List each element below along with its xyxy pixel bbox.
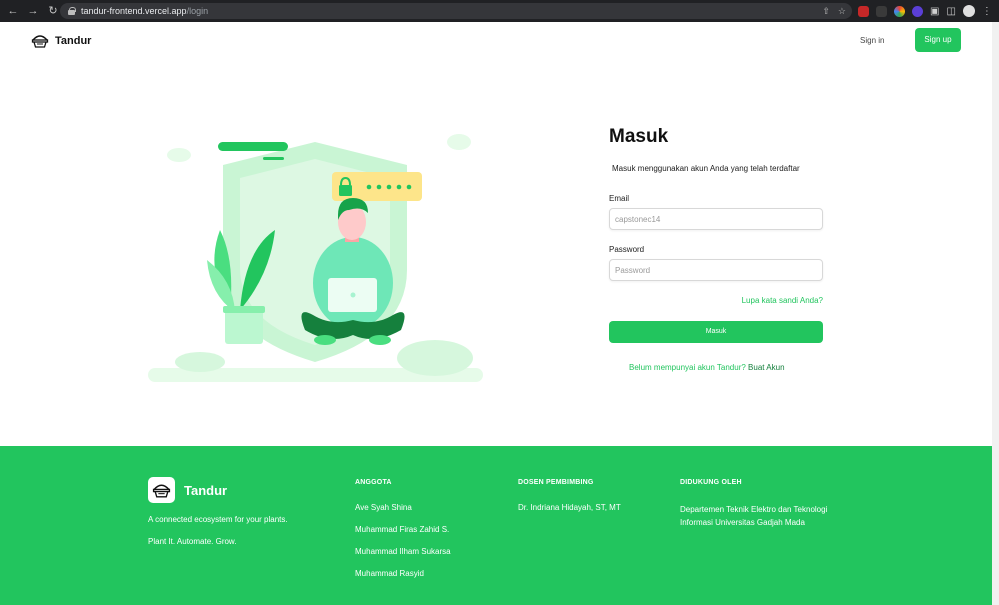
advisor-name: Dr. Indriana Hidayah, ST, MT — [518, 503, 621, 512]
site-footer: Tandur A connected ecosystem for your pl… — [0, 446, 992, 605]
supported-title: DIDUKUNG OLEH — [680, 479, 742, 486]
footer-motto: Plant It. Automate. Grow. — [148, 537, 237, 546]
puzzle-icon[interactable]: ▣ — [930, 6, 939, 17]
login-illustration — [148, 134, 483, 382]
footer-supported: DIDUKUNG OLEH Departemen Teknik Elektro … — [680, 479, 827, 527]
sign-up-button[interactable]: Sign up — [915, 28, 961, 52]
extension-icon[interactable] — [894, 5, 905, 17]
advisor-title: DOSEN PEMBIMBING — [518, 479, 594, 486]
sign-in-link[interactable]: Sign in — [860, 36, 884, 45]
register-question: Belum mempunyai akun Tandur? — [629, 363, 746, 372]
login-form: Masuk Masuk menggunakan akun Anda yang t… — [609, 126, 823, 372]
page-title: Masuk — [609, 126, 669, 147]
site-header: Tandur Sign in Sign up — [0, 22, 992, 60]
footer-brand-name: Tandur — [184, 482, 228, 498]
side-panel-icon[interactable]: ◫ — [946, 6, 955, 17]
basket-logo-icon — [31, 35, 49, 48]
bookmark-star-icon[interactable]: ☆ — [838, 6, 846, 17]
footer-brand[interactable]: Tandur — [148, 477, 227, 503]
more-vert-icon[interactable]: ⋮ — [982, 6, 992, 17]
arrow-right-icon[interactable]: → — [26, 4, 40, 18]
url-path: /login — [186, 6, 209, 16]
browser-toolbar: ← → ↻ tandur-frontend.vercel.app/login ⇧… — [0, 0, 999, 22]
member-item: Ave Syah Shina — [355, 503, 412, 512]
forgot-password-link[interactable]: Lupa kata sandi Anda? — [742, 296, 823, 305]
email-field[interactable] — [609, 208, 823, 230]
members-title: ANGGOTA — [355, 479, 392, 486]
form-subtitle: Masuk menggunakan akun Anda yang telah t… — [612, 164, 800, 173]
supporter-name: Departemen Teknik Elektro dan Teknologi … — [680, 505, 828, 527]
basket-logo-icon — [148, 477, 175, 503]
member-item: Muhammad Ilham Sukarsa — [355, 547, 451, 556]
scrollbar[interactable] — [992, 22, 999, 605]
register-prompt: Belum mempunyai akun Tandur? Buat Akun — [629, 363, 785, 372]
extension-icon[interactable] — [876, 5, 887, 17]
member-item: Muhammad Rasyid — [355, 569, 424, 578]
arrow-left-icon[interactable]: ← — [6, 4, 20, 18]
member-item: Muhammad Firas Zahid S. — [355, 525, 450, 534]
url-host: tandur-frontend.vercel.app — [81, 6, 187, 16]
footer-advisor: DOSEN PEMBIMBING Dr. Indriana Hidayah, S… — [518, 479, 621, 512]
address-bar[interactable]: tandur-frontend.vercel.app/login ⇧ ☆ — [60, 3, 852, 19]
password-label: Password — [609, 245, 645, 254]
lock-icon — [68, 7, 76, 15]
email-label: Email — [609, 194, 630, 203]
footer-tagline: A connected ecosystem for your plants. — [148, 515, 288, 524]
extension-icon[interactable] — [858, 5, 869, 17]
login-submit-button[interactable]: Masuk — [609, 321, 823, 343]
avatar[interactable] — [962, 5, 975, 17]
share-icon[interactable]: ⇧ — [822, 6, 830, 17]
create-account-link[interactable]: Buat Akun — [748, 363, 784, 372]
footer-members: ANGGOTA Ave Syah Shina Muhammad Firas Za… — [355, 479, 451, 578]
extension-icon[interactable] — [912, 5, 923, 17]
brand-logo[interactable]: Tandur — [31, 33, 91, 49]
login-section: Masuk Masuk menggunakan akun Anda yang t… — [0, 60, 992, 446]
reload-icon[interactable]: ↻ — [46, 4, 60, 18]
password-field[interactable] — [609, 259, 823, 281]
brand-name: Tandur — [55, 35, 92, 47]
